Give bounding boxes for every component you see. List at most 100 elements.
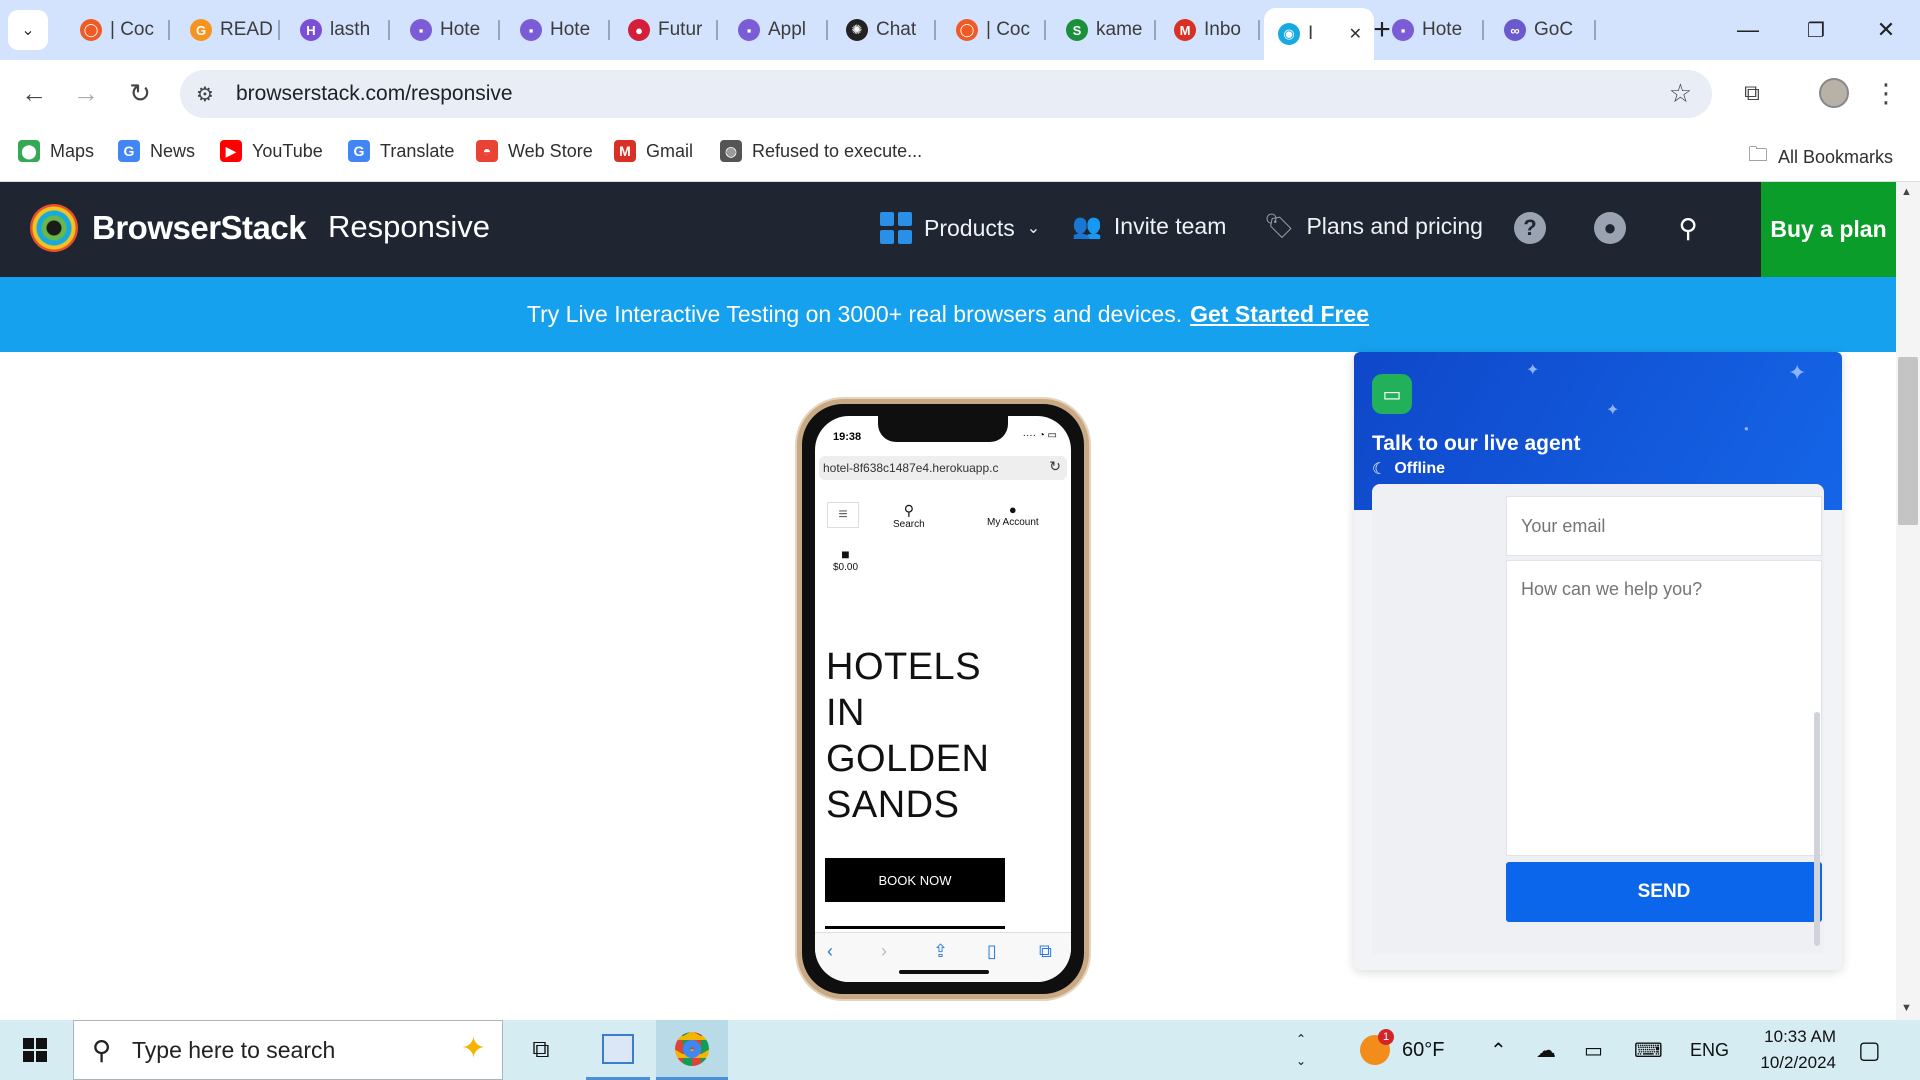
cart-total: $0.00 (833, 562, 859, 573)
taskbar-search[interactable]: ⚲ Type here to search ✦ (73, 1020, 503, 1080)
live-chat-widget: ✦ ✦ ✦ ● ▭ Talk to our live agent ☾ Offli… (1354, 352, 1842, 970)
help-icon[interactable]: ? (1514, 212, 1546, 244)
scroll-up-icon[interactable]: ▲ (1901, 186, 1912, 198)
back-button[interactable]: ← (12, 71, 56, 115)
chat-scrollbar[interactable] (1814, 712, 1820, 946)
phone-cart[interactable]: ■ $0.00 (833, 546, 858, 573)
phone-account[interactable]: ● My Account (987, 502, 1039, 528)
forward-button[interactable]: → (64, 71, 108, 115)
buy-plan-button[interactable]: Buy a plan (1761, 182, 1896, 277)
bookmark-label: YouTube (252, 140, 323, 161)
all-bookmarks[interactable]: 🗀 All Bookmarks (1748, 140, 1893, 174)
nav-invite-team[interactable]: 👥 Invite team (1072, 212, 1226, 241)
tab-search-button[interactable]: ⌄ (8, 10, 48, 50)
reload-button[interactable]: ↻ (118, 71, 162, 115)
account-icon[interactable]: ● (1594, 212, 1626, 244)
bookmark-item[interactable]: ⬤ Maps (18, 140, 94, 162)
send-button[interactable]: SEND (1506, 862, 1822, 922)
browser-tab[interactable]: ◉ I ✕ (1264, 8, 1374, 60)
phone-clock: 19:38 (833, 431, 862, 443)
chevron-down-icon: ⌄ (1026, 220, 1041, 237)
brand-name[interactable]: BrowserStack (92, 209, 307, 247)
scroll-thumb[interactable] (1898, 357, 1918, 525)
scroll-down-icon[interactable]: ▼ (1901, 1002, 1912, 1014)
language-indicator[interactable]: ENG (1690, 1020, 1729, 1080)
show-hidden-icons[interactable]: ⌃ (1490, 1020, 1507, 1080)
email-field[interactable] (1506, 496, 1822, 556)
nav-pricing-label: Plans and pricing (1306, 213, 1483, 239)
new-tab-button[interactable]: + (1362, 12, 1402, 48)
close-window-button[interactable]: ✕ (1866, 12, 1906, 48)
tab-title: Appl (768, 19, 807, 40)
bookmark-item[interactable]: G News (118, 140, 195, 162)
bookmark-star-icon[interactable]: ☆ (1669, 78, 1692, 109)
browser-tab[interactable]: ▪ Appl (724, 12, 828, 48)
browser-tab[interactable]: ▪ Hote (506, 12, 610, 48)
browser-tab[interactable]: ◯ | Coc (66, 12, 170, 48)
browserstack-logo-icon[interactable] (30, 204, 78, 252)
bookmark-item[interactable]: M Gmail (614, 140, 693, 162)
browser-tab[interactable]: Skame (1052, 12, 1156, 48)
nav-pricing[interactable]: 🏷 Plans and pricing (1264, 212, 1483, 241)
phone-screen[interactable]: 19:38 ···· ◔ ▭ hotel-8f638c1487e4.heroku… (815, 416, 1071, 982)
nav-products[interactable]: Products ⌄ (880, 212, 1040, 244)
message-field[interactable] (1506, 560, 1822, 856)
bookmarks-icon[interactable]: ▯ (987, 941, 997, 962)
menu-button[interactable]: ⋮ (1864, 71, 1908, 115)
tabs-icon[interactable]: ⧉ (1039, 941, 1052, 962)
url-text[interactable]: browserstack.com/responsive (236, 82, 513, 106)
folder-icon: 🗀 (1748, 144, 1768, 166)
browser-tab[interactable]: ✺ Chat (832, 12, 936, 48)
page-scrollbar[interactable]: ▲ ▼ (1896, 182, 1920, 1020)
browser-tab[interactable]: ▪ Hote (396, 12, 500, 48)
notifications-icon[interactable]: ▢ (1858, 1020, 1881, 1080)
task-view-icon[interactable]: ⧉ (516, 1020, 566, 1080)
phone-address-bar[interactable]: hotel-8f638c1487e4.herokuapp.c ↻ (819, 456, 1067, 480)
battery-icon[interactable]: ▭ (1584, 1020, 1603, 1080)
forward-icon[interactable]: › (881, 941, 887, 962)
close-tab-icon[interactable]: ✕ (1349, 24, 1362, 44)
book-now-button[interactable]: BOOK NOW (825, 858, 1005, 902)
address-bar[interactable]: ⚙ browserstack.com/responsive ☆ (180, 70, 1712, 118)
minimize-button[interactable]: — (1728, 12, 1768, 48)
tab-title: kame (1096, 19, 1143, 40)
sparkle-icon: ✦ (1788, 360, 1807, 385)
phone-search[interactable]: ⚲ Search (893, 502, 925, 530)
weather-badge: 1 (1378, 1029, 1394, 1045)
tab-title: Hote (550, 19, 591, 40)
onedrive-icon[interactable]: ☁ (1536, 1020, 1556, 1080)
taskbar-app-chrome[interactable] (656, 1020, 728, 1080)
get-started-link[interactable]: Get Started Free (1190, 301, 1369, 328)
browser-toolbar: ← → ↻ ⚙ browserstack.com/responsive ☆ ⧉ … (0, 60, 1920, 126)
home-indicator (899, 970, 989, 974)
extensions-button[interactable]: ⧉ (1730, 71, 1774, 115)
profile-button[interactable] (1812, 71, 1856, 115)
start-button[interactable] (0, 1020, 70, 1080)
clock[interactable]: 10:33 AM 10/2/2024 (1742, 1020, 1836, 1080)
tab-title: GoC (1534, 19, 1574, 40)
browser-tab[interactable]: ◯ | Coc (942, 12, 1046, 48)
back-icon[interactable]: ‹ (827, 941, 833, 962)
weather-widget[interactable]: 1 60°F (1360, 1020, 1444, 1080)
taskbar-app-notepad[interactable] (586, 1020, 650, 1080)
keyboard-icon[interactable]: ⌨ (1634, 1020, 1663, 1080)
site-info-icon[interactable]: ⚙ (196, 82, 214, 107)
reload-icon[interactable]: ↻ (1049, 458, 1061, 475)
browser-tab[interactable]: G READ (176, 12, 280, 48)
restore-button[interactable]: ❐ (1796, 12, 1836, 48)
browser-tab[interactable]: M Inbo (1160, 12, 1260, 48)
hamburger-menu-icon[interactable]: ≡ (827, 502, 859, 528)
bookmark-favicon-icon: ▶ (220, 140, 242, 162)
windows-taskbar: ⚲ Type here to search ✦ ⧉ ⌃ ⌄ 1 60°F ⌃ ☁ … (0, 1020, 1920, 1080)
share-icon[interactable]: ⇪ (933, 941, 948, 962)
search-icon[interactable]: ⚲ (1672, 212, 1704, 244)
bookmark-label: Gmail (646, 140, 694, 161)
bookmark-item[interactable]: ▶ YouTube (220, 140, 323, 162)
bookmark-item[interactable]: ◍ Refused to execute... (720, 140, 922, 162)
browser-tab[interactable]: ∞ GoC (1490, 12, 1596, 48)
bookmark-item[interactable]: ◓ Web Store (476, 140, 593, 162)
browser-tab[interactable]: Hlasth (286, 12, 390, 48)
bookmark-item[interactable]: G Translate (348, 140, 454, 162)
tray-scroll-arrows[interactable]: ⌃ ⌄ (1296, 1020, 1306, 1080)
browser-tab[interactable]: ● Futur (614, 12, 718, 48)
